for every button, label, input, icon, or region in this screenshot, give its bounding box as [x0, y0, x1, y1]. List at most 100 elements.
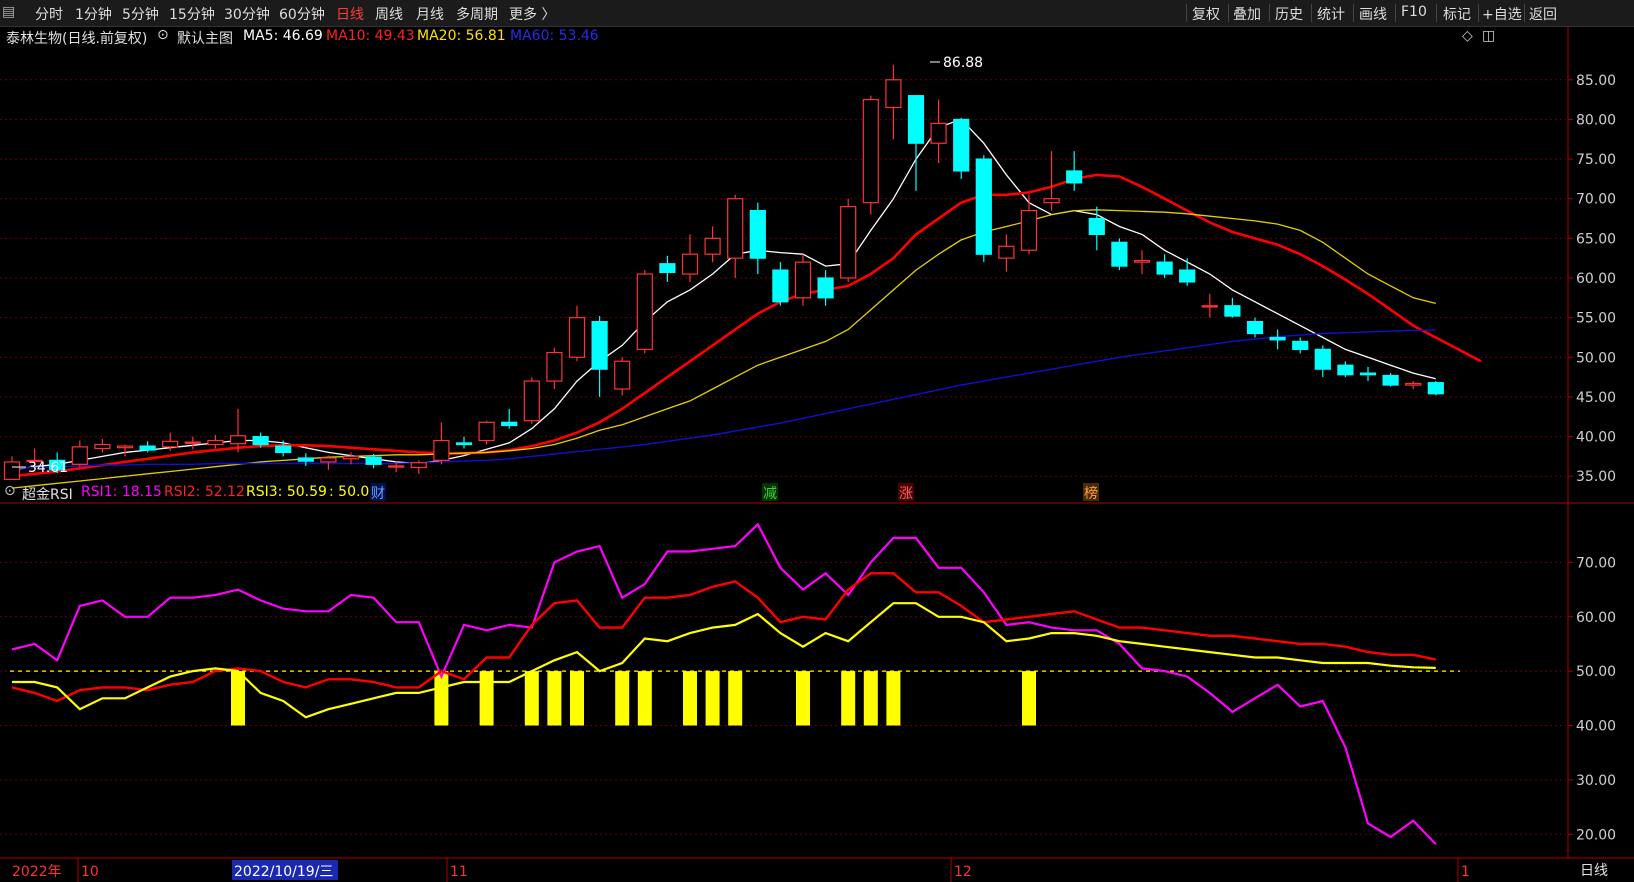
rsi-signal-bar: [570, 671, 584, 726]
candle-body-down: [1246, 321, 1264, 335]
rsi-signal-bar: [728, 671, 743, 726]
candle-body-down: [1382, 374, 1399, 386]
candle: [1111, 238, 1128, 271]
candle: [885, 64, 902, 140]
candle: [1224, 297, 1241, 318]
rsi-tick-label: 40.00: [1576, 719, 1616, 735]
period-tab-label[interactable]: 日线: [1580, 863, 1608, 879]
crosshair-date-label: 2022/10/19/三: [234, 864, 333, 880]
candle-body-down: [659, 263, 676, 274]
candle-body-down: [1269, 336, 1286, 341]
date-label-jan: 1: [1461, 864, 1470, 880]
candle: [568, 305, 586, 362]
candle-body-up: [1405, 382, 1422, 386]
candle-body-down: [275, 445, 292, 454]
candle-body-up: [1043, 198, 1060, 204]
candle-body-down: [1088, 217, 1105, 235]
price-tick-label: 35.00: [1576, 469, 1616, 485]
candle-body-down: [1224, 305, 1241, 317]
candle-body-up: [794, 261, 812, 299]
candle: [998, 234, 1015, 272]
candle: [410, 460, 427, 474]
candle: [975, 155, 992, 263]
candle: [930, 99, 947, 164]
rsi-signal-bar: [547, 671, 562, 726]
candle-body-down: [1427, 382, 1444, 395]
candle: [772, 262, 789, 306]
candle: [1156, 254, 1173, 278]
candle-body-up: [568, 317, 586, 358]
candle: [907, 95, 925, 191]
candle: [681, 234, 699, 282]
candle: [1405, 381, 1422, 389]
candle-body-up: [207, 439, 224, 446]
rsi-signal-bar: [886, 671, 901, 726]
rsi-signal-bar: [231, 671, 245, 726]
candle-body-up: [840, 206, 857, 279]
candle: [1133, 250, 1151, 275]
kline-chart[interactable]: 85.00 80.00 75.00 70.00 65.00 60.00 55.00 50.00…: [0, 0, 1634, 882]
date-label-nov: 11: [450, 864, 468, 880]
candle-body-up: [704, 237, 721, 255]
candle: [523, 377, 540, 424]
candle: [501, 408, 518, 429]
candle: [1427, 381, 1444, 396]
rsi-signal-bar: [479, 671, 494, 726]
candle-body-up: [410, 462, 427, 469]
candle: [636, 270, 653, 354]
candle-body-down: [953, 118, 970, 172]
candle-body-down: [501, 421, 518, 427]
rsi-signal-bar: [524, 671, 539, 726]
candle-body-down: [1156, 261, 1173, 275]
candle-body-down: [1066, 170, 1083, 184]
candle-body-down: [772, 269, 789, 303]
price-tick-label: 40.00: [1576, 430, 1616, 446]
candle-body-up: [727, 198, 744, 259]
date-label-year: 2022年: [12, 864, 62, 880]
candle-body-up: [162, 440, 179, 448]
candle-body-down: [817, 277, 834, 299]
candle-body-up: [116, 445, 134, 449]
candle: [727, 194, 744, 278]
candle-body-up: [3, 461, 21, 480]
candle-body-up: [71, 446, 88, 465]
event-marker-finance-label[interactable]: 财: [371, 486, 385, 502]
rsi-tick-label: 60.00: [1576, 610, 1616, 626]
rsi-signal-bar: [705, 671, 720, 726]
candle-body-up: [862, 99, 879, 204]
candle: [94, 438, 111, 453]
rsi-tick-label: 70.00: [1576, 555, 1616, 571]
rsi-tick-label: 30.00: [1576, 773, 1616, 789]
candle-body-up: [614, 360, 631, 390]
price-axis: 85.00 80.00 75.00 70.00 65.00 60.00 55.00 50.00…: [1568, 73, 1616, 485]
candle-body-down: [749, 210, 766, 259]
price-tick-label: 70.00: [1576, 192, 1616, 208]
rsi-signal-bar: [841, 671, 856, 726]
candle-body-down: [1314, 348, 1331, 370]
candle: [116, 444, 134, 457]
candle-body-down: [591, 321, 608, 370]
candles: [3, 64, 1444, 480]
candle: [794, 254, 812, 306]
event-marker-rise-label[interactable]: 涨: [899, 486, 913, 502]
candle-body-up: [546, 351, 563, 382]
low-price-label: 34.61: [28, 460, 68, 476]
ma20-line: [11, 209, 1436, 489]
candle-body-up: [478, 421, 495, 442]
candle-body-down: [975, 158, 992, 255]
rsi-signal-bar: [637, 671, 652, 726]
event-marker-list-label[interactable]: 榜: [1084, 485, 1098, 502]
candle-body-up: [636, 273, 653, 350]
candle-body-down: [455, 442, 473, 446]
candle: [614, 357, 631, 396]
date-label-dec: 12: [954, 864, 972, 880]
rsi1-line: [11, 522, 1437, 846]
rsi-tick-label: 20.00: [1576, 827, 1616, 843]
candle-body-down: [1111, 241, 1128, 267]
candle: [749, 202, 766, 275]
price-tick-label: 65.00: [1576, 231, 1616, 247]
candle-body-up: [998, 245, 1015, 259]
price-tick-label: 45.00: [1576, 390, 1616, 406]
rsi-tick-label: 50.00: [1576, 664, 1616, 680]
event-marker-reduce-label[interactable]: 减: [763, 486, 777, 502]
